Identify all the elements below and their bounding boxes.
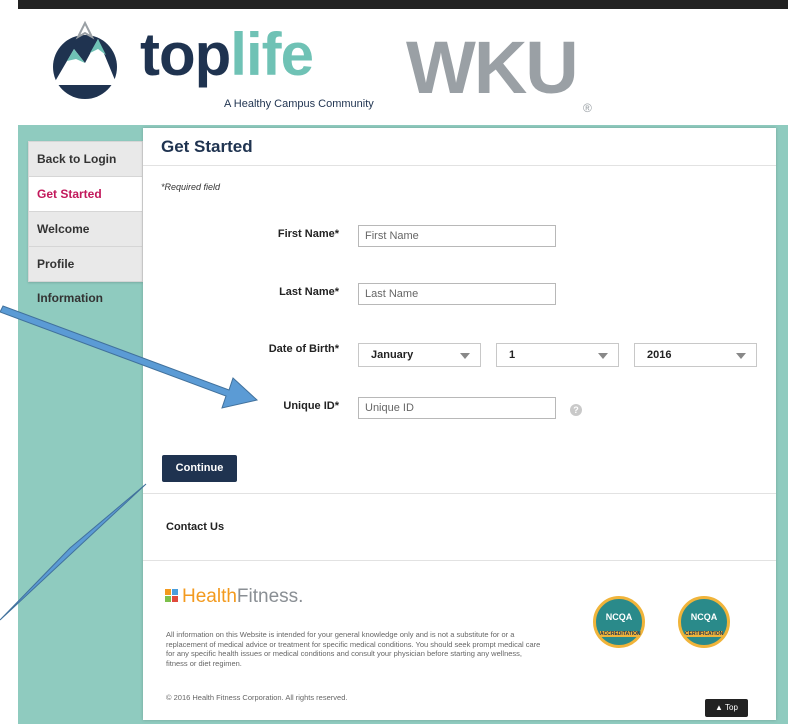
top-bar bbox=[18, 0, 788, 9]
birth-month-select[interactable]: January bbox=[358, 343, 481, 367]
chevron-down-icon bbox=[460, 353, 470, 359]
disclaimer-text: All information on this Website is inten… bbox=[166, 630, 541, 668]
ncqa-accreditation-badge: NCQA ACCREDITATION bbox=[593, 596, 645, 648]
birth-day-value: 1 bbox=[509, 349, 516, 361]
chevron-down-icon bbox=[598, 353, 608, 359]
sidebar-item-get-started[interactable]: Get Started bbox=[29, 177, 142, 212]
birth-year-select[interactable]: 2016 bbox=[634, 343, 757, 367]
unique-id-input[interactable] bbox=[358, 397, 556, 419]
wku-logo: WKU bbox=[406, 26, 579, 109]
wku-registered-mark: ® bbox=[583, 101, 592, 115]
main-panel: Get Started *Required field First Name* … bbox=[143, 128, 776, 720]
back-to-top-button[interactable]: ▲ Top bbox=[705, 699, 748, 717]
sidebar-item-welcome[interactable]: Welcome bbox=[29, 212, 142, 247]
sidebar-nav: Back to Login Get Started Welcome Profil… bbox=[28, 141, 143, 305]
birth-month-value: January bbox=[371, 349, 414, 361]
site-header: toplife A Healthy Campus Community WKU ® bbox=[18, 9, 788, 125]
copyright-text: © 2016 Health Fitness Corporation. All r… bbox=[166, 693, 348, 702]
last-name-label: Last Name* bbox=[279, 286, 339, 298]
first-name-input[interactable] bbox=[358, 225, 556, 247]
healthfitness-logo: HealthFitness. bbox=[165, 586, 303, 608]
last-name-input[interactable] bbox=[358, 283, 556, 305]
contact-us-link[interactable]: Contact Us bbox=[166, 521, 224, 533]
unique-id-label: Unique ID* bbox=[283, 400, 339, 412]
birth-year-value: 2016 bbox=[647, 349, 672, 361]
divider bbox=[143, 165, 776, 166]
date-of-birth-label: Date of Birth* bbox=[268, 343, 339, 355]
first-name-label: First Name* bbox=[277, 228, 339, 240]
toplife-logo: toplife bbox=[140, 21, 314, 88]
required-field-note: *Required field bbox=[161, 182, 221, 192]
divider bbox=[143, 560, 776, 561]
sidebar-item-profile-information[interactable]: Profile Information bbox=[29, 247, 142, 305]
sidebar-item-back-to-login[interactable]: Back to Login bbox=[29, 142, 142, 177]
healthfitness-grid-icon bbox=[165, 589, 179, 603]
help-icon[interactable]: ? bbox=[570, 404, 582, 416]
toplife-tagline: A Healthy Campus Community bbox=[224, 98, 374, 110]
ncqa-certification-badge: NCQA CERTIFICATION bbox=[678, 596, 730, 648]
divider bbox=[143, 493, 776, 494]
page-title: Get Started bbox=[161, 137, 253, 156]
toplife-mountain-icon bbox=[53, 20, 117, 99]
birth-day-select[interactable]: 1 bbox=[496, 343, 619, 367]
chevron-down-icon bbox=[736, 353, 746, 359]
continue-button[interactable]: Continue bbox=[162, 455, 237, 482]
